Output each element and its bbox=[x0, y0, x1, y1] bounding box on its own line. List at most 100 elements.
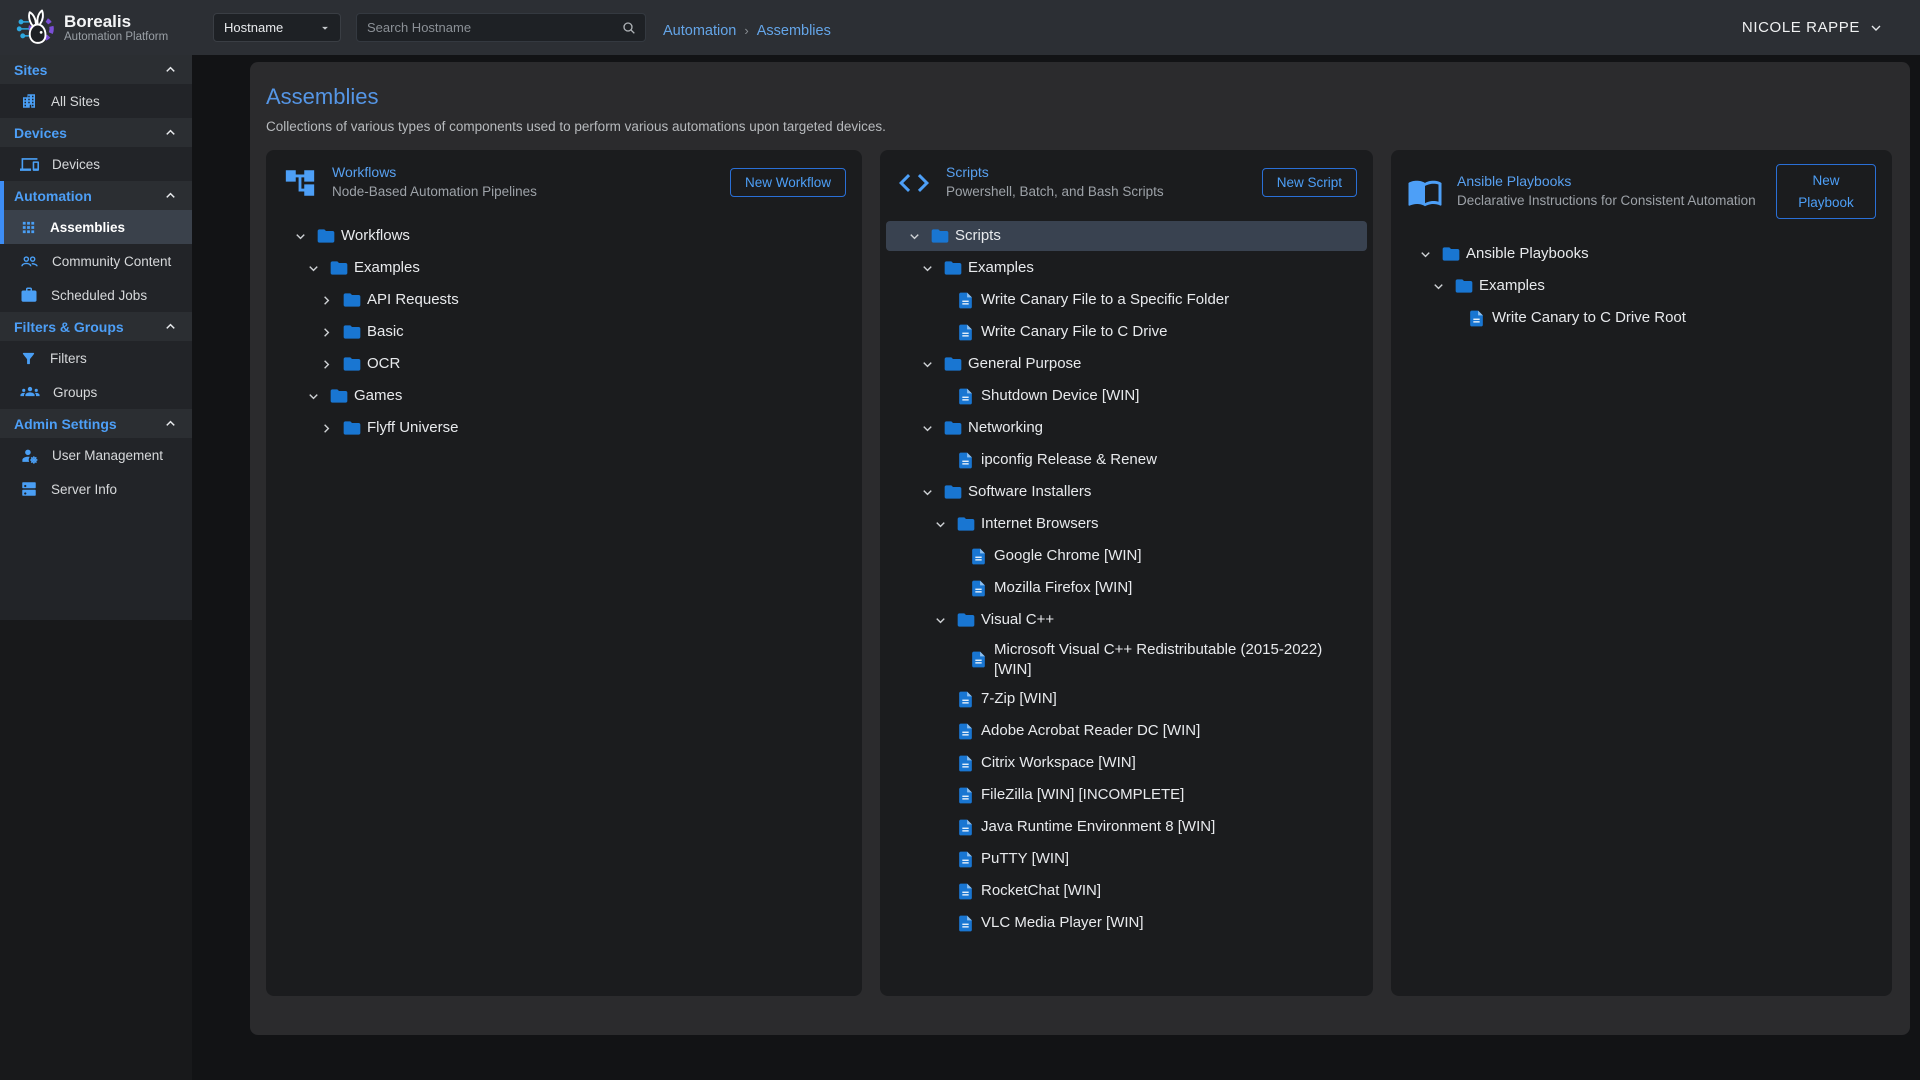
chevron-down-icon[interactable] bbox=[915, 485, 939, 500]
chevron-down-icon[interactable] bbox=[915, 421, 939, 436]
file-icon bbox=[952, 882, 979, 901]
chevron-up-icon bbox=[163, 62, 178, 77]
tree-file-filezilla-win-incomplete[interactable]: FileZilla [WIN] [INCOMPLETE] bbox=[886, 780, 1367, 810]
tree-file-vlc-media-player-win[interactable]: VLC Media Player [WIN] bbox=[886, 908, 1367, 938]
sidebar-item-label: User Management bbox=[52, 448, 163, 463]
breadcrumb-separator: › bbox=[744, 23, 748, 38]
chevron-down-icon[interactable] bbox=[915, 261, 939, 276]
sidebar-item-groups[interactable]: Groups bbox=[0, 375, 192, 409]
tree-node-label: Write Canary File to C Drive bbox=[979, 319, 1173, 345]
tree-folder-networking[interactable]: Networking bbox=[886, 413, 1367, 443]
sidebar-item-devices[interactable]: Devices bbox=[0, 147, 192, 181]
chevron-down-icon[interactable] bbox=[1426, 279, 1450, 294]
breadcrumb-item-automation[interactable]: Automation bbox=[663, 23, 736, 39]
workflows-card-header: Workflows Node-Based Automation Pipeline… bbox=[282, 164, 846, 201]
tree-node-label: Adobe Acrobat Reader DC [WIN] bbox=[979, 718, 1206, 744]
tree-folder-api-requests[interactable]: API Requests bbox=[272, 285, 856, 315]
user-menu[interactable]: NICOLE RAPPE bbox=[1742, 19, 1884, 36]
sidebar-section-admin-settings[interactable]: Admin Settings bbox=[0, 409, 192, 438]
chevron-down-icon bbox=[1868, 20, 1884, 36]
new-script-button[interactable]: New Script bbox=[1262, 168, 1357, 197]
file-icon bbox=[952, 914, 979, 933]
file-icon bbox=[952, 690, 979, 709]
search-icon[interactable] bbox=[621, 20, 637, 36]
chevron-down-icon[interactable] bbox=[928, 517, 952, 532]
file-icon bbox=[952, 387, 979, 406]
page-title: Assemblies bbox=[266, 84, 1894, 110]
file-icon bbox=[952, 291, 979, 310]
tree-folder-scripts[interactable]: Scripts bbox=[886, 221, 1367, 251]
tree-file-microsoft-visual-c-redistributable-2015-2022-win[interactable]: Microsoft Visual C++ Redistributable (20… bbox=[886, 637, 1367, 682]
chevron-down-icon[interactable] bbox=[288, 229, 312, 244]
tree-folder-examples[interactable]: Examples bbox=[886, 253, 1367, 283]
chevron-down-icon[interactable] bbox=[301, 261, 325, 276]
folder-icon bbox=[939, 482, 966, 502]
tree-file-putty-win[interactable]: PuTTY [WIN] bbox=[886, 844, 1367, 874]
chevron-right-icon[interactable] bbox=[314, 421, 338, 436]
chevron-down-icon[interactable] bbox=[902, 229, 926, 244]
tree-folder-ocr[interactable]: OCR bbox=[272, 349, 856, 379]
sidebar-item-filters[interactable]: Filters bbox=[0, 341, 192, 375]
sidebar-item-all-sites[interactable]: All Sites bbox=[0, 84, 192, 118]
search-input[interactable] bbox=[367, 20, 621, 35]
chevron-down-icon[interactable] bbox=[915, 357, 939, 372]
chevron-right-icon[interactable] bbox=[314, 357, 338, 372]
chevron-down-icon[interactable] bbox=[1413, 247, 1437, 262]
tree-file-write-canary-file-to-a-specific-folder[interactable]: Write Canary File to a Specific Folder bbox=[886, 285, 1367, 315]
scripts-card-title: Scripts bbox=[946, 164, 1248, 180]
sidebar-section-devices[interactable]: Devices bbox=[0, 118, 192, 147]
server-icon bbox=[20, 480, 38, 498]
folder-icon bbox=[952, 610, 979, 630]
tree-folder-examples[interactable]: Examples bbox=[272, 253, 856, 283]
brand-logo-block[interactable]: Borealis Automation Platform bbox=[0, 7, 195, 49]
sidebar-item-scheduled-jobs[interactable]: Scheduled Jobs bbox=[0, 278, 192, 312]
tree-folder-general-purpose[interactable]: General Purpose bbox=[886, 349, 1367, 379]
tree-file-rocketchat-win[interactable]: RocketChat [WIN] bbox=[886, 876, 1367, 906]
chevron-right-icon[interactable] bbox=[314, 325, 338, 340]
tree-file-citrix-workspace-win[interactable]: Citrix Workspace [WIN] bbox=[886, 748, 1367, 778]
sidebar-item-community-content[interactable]: Community Content bbox=[0, 244, 192, 278]
sidebar: SitesAll SitesDevicesDevicesAutomationAs… bbox=[0, 55, 192, 1080]
tree-folder-basic[interactable]: Basic bbox=[272, 317, 856, 347]
breadcrumb-item-assemblies[interactable]: Assemblies bbox=[757, 23, 831, 39]
tree-folder-visual-c[interactable]: Visual C++ bbox=[886, 605, 1367, 635]
tree-node-label: RocketChat [WIN] bbox=[979, 878, 1107, 904]
hostname-select[interactable]: Hostname bbox=[213, 13, 341, 42]
new-playbook-button[interactable]: New Playbook bbox=[1776, 164, 1876, 219]
workflows-card: Workflows Node-Based Automation Pipeline… bbox=[266, 150, 862, 996]
tree-file-shutdown-device-win[interactable]: Shutdown Device [WIN] bbox=[886, 381, 1367, 411]
chevron-down-icon[interactable] bbox=[301, 389, 325, 404]
tree-file-java-runtime-environment-8-win[interactable]: Java Runtime Environment 8 [WIN] bbox=[886, 812, 1367, 842]
tree-folder-ansible-playbooks[interactable]: Ansible Playbooks bbox=[1397, 239, 1886, 269]
sidebar-section-automation[interactable]: Automation bbox=[0, 181, 192, 210]
tree-folder-games[interactable]: Games bbox=[272, 381, 856, 411]
tree-node-label: Microsoft Visual C++ Redistributable (20… bbox=[992, 637, 1367, 682]
tree-node-label: Scripts bbox=[953, 223, 1007, 249]
chevron-right-icon[interactable] bbox=[314, 293, 338, 308]
tree-file-7-zip-win[interactable]: 7-Zip [WIN] bbox=[886, 684, 1367, 714]
tree-file-write-canary-file-to-c-drive[interactable]: Write Canary File to C Drive bbox=[886, 317, 1367, 347]
tree-node-label: General Purpose bbox=[966, 351, 1087, 377]
chevron-up-icon bbox=[163, 125, 178, 140]
sidebar-item-server-info[interactable]: Server Info bbox=[0, 472, 192, 506]
sidebar-item-assemblies[interactable]: Assemblies bbox=[0, 210, 192, 244]
tree-file-adobe-acrobat-reader-dc-win[interactable]: Adobe Acrobat Reader DC [WIN] bbox=[886, 716, 1367, 746]
chevron-down-icon[interactable] bbox=[928, 613, 952, 628]
tree-folder-internet-browsers[interactable]: Internet Browsers bbox=[886, 509, 1367, 539]
tree-file-ipconfig-release-renew[interactable]: ipconfig Release & Renew bbox=[886, 445, 1367, 475]
chevron-up-icon bbox=[163, 416, 178, 431]
tree-folder-software-installers[interactable]: Software Installers bbox=[886, 477, 1367, 507]
breadcrumb: Automation › Assemblies bbox=[663, 23, 831, 39]
sidebar-item-user-management[interactable]: User Management bbox=[0, 438, 192, 472]
tree-file-google-chrome-win[interactable]: Google Chrome [WIN] bbox=[886, 541, 1367, 571]
tree-folder-examples[interactable]: Examples bbox=[1397, 271, 1886, 301]
sidebar-section-sites[interactable]: Sites bbox=[0, 55, 192, 84]
tree-file-write-canary-to-c-drive-root[interactable]: Write Canary to C Drive Root bbox=[1397, 303, 1886, 333]
sidebar-section-label: Automation bbox=[14, 188, 92, 204]
tree-file-mozilla-firefox-win[interactable]: Mozilla Firefox [WIN] bbox=[886, 573, 1367, 603]
tree-folder-flyff-universe[interactable]: Flyff Universe bbox=[272, 413, 856, 443]
playbooks-card: Ansible Playbooks Declarative Instructio… bbox=[1391, 150, 1892, 996]
tree-folder-workflows[interactable]: Workflows bbox=[272, 221, 856, 251]
new-workflow-button[interactable]: New Workflow bbox=[730, 168, 846, 197]
sidebar-section-filters-groups[interactable]: Filters & Groups bbox=[0, 312, 192, 341]
